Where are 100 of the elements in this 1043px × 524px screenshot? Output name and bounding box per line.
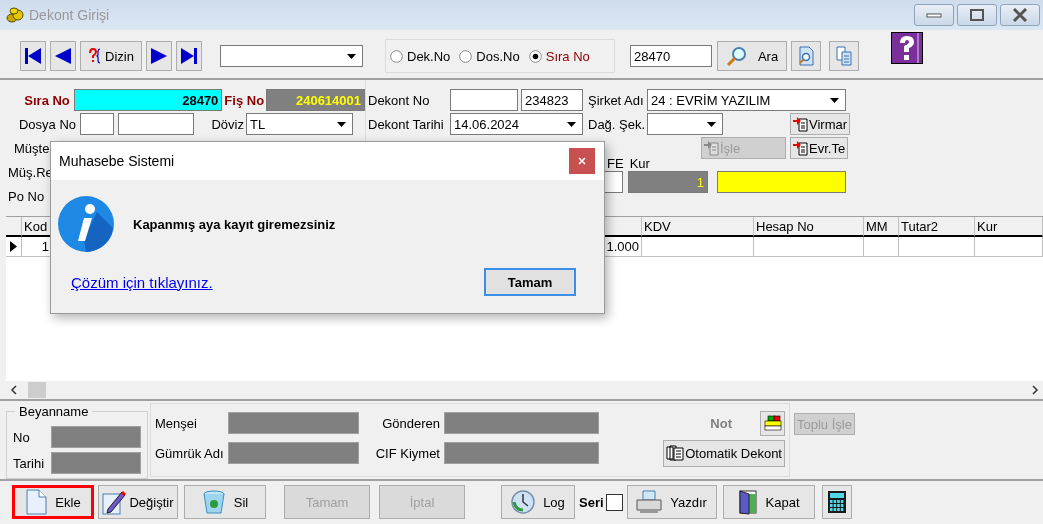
search-icon: [725, 46, 748, 66]
transfer-button[interactable]: Virmar: [790, 113, 851, 135]
field-label: Kur: [629, 155, 650, 171]
minimize-icon: [925, 10, 943, 20]
solution-link[interactable]: Çözüm için tıklayınız.: [71, 273, 213, 291]
ok-button[interactable]: Tamam: [484, 268, 576, 296]
recycle-bin-icon: [201, 489, 226, 515]
field-label: Gönderen: [381, 415, 441, 431]
search-option-radio[interactable]: Dos.No: [459, 48, 520, 64]
field-label: Müşte: [13, 140, 50, 156]
pencil-document-icon: [102, 489, 127, 515]
field-label: FE: [607, 155, 624, 171]
next-record-button[interactable]: [146, 41, 172, 71]
close-button[interactable]: [1000, 4, 1040, 26]
date-select[interactable]: 14.06.2024: [450, 113, 583, 135]
caret-icon: [337, 121, 346, 127]
column-header: Kur: [975, 217, 1043, 237]
action-button[interactable]: Yazdır: [626, 485, 717, 519]
caret-icon: [347, 53, 356, 59]
printer-icon: [636, 490, 663, 514]
clock-icon: [511, 490, 536, 514]
field-label: No: [13, 429, 31, 445]
index-button[interactable]: Dizin: [80, 41, 142, 71]
scroll-right-icon[interactable]: [1031, 385, 1039, 395]
field-label: CIF Kiymet: [374, 445, 441, 461]
scroll-left-icon[interactable]: [10, 385, 18, 395]
field-label: Menşei: [155, 415, 198, 431]
series-checkbox[interactable]: Seri: [579, 493, 623, 511]
search-button[interactable]: Ara: [717, 41, 787, 71]
caret-icon: [830, 97, 839, 103]
first-record-button[interactable]: [20, 41, 46, 71]
document-arrow-icon: [793, 140, 809, 156]
field-label: Döviz: [210, 116, 245, 132]
column-header: Tutar2: [899, 217, 975, 237]
action-button[interactable]: Sil: [184, 485, 266, 519]
copy-icon: [835, 46, 853, 66]
file-number-field[interactable]: [80, 113, 114, 135]
field-label: Gümrük Adı: [155, 445, 225, 461]
maximize-button[interactable]: [957, 4, 997, 26]
currency-select[interactable]: TL: [246, 113, 353, 135]
calculator-button[interactable]: [821, 485, 852, 519]
column-header: KDV: [642, 217, 754, 237]
window-title: Dekont Girişi: [29, 7, 110, 23]
dialog-title: Muhasebe Sistemi: [59, 153, 175, 169]
search-field[interactable]: 28470: [630, 45, 712, 67]
index-icon: [88, 48, 103, 64]
company-select[interactable]: 24 : EVRİM YAZILIM: [647, 89, 846, 111]
group-title: Beyanname: [15, 404, 93, 419]
document-arrow-icon: [704, 140, 720, 156]
preview-button[interactable]: [791, 41, 821, 71]
maximize-icon: [968, 8, 986, 22]
column-header: Hesap No: [754, 217, 864, 237]
record-select[interactable]: [220, 45, 363, 67]
field-label: Dekont Tarihi: [367, 116, 445, 132]
cash-register-icon: [763, 415, 782, 431]
field-label: Şirket Adı: [587, 92, 645, 108]
action-button[interactable]: Değiştir: [98, 485, 178, 519]
sequence-number-field[interactable]: 28470: [73, 89, 223, 111]
field-label: Fiş No: [224, 92, 265, 108]
field-label: Dosya No: [17, 116, 77, 132]
column-header: Kod: [22, 217, 52, 237]
column-header: MM: [864, 217, 899, 237]
radio-icon: [528, 49, 542, 63]
action-button[interactable]: Ekle: [12, 485, 94, 519]
field-label: Dekont No: [367, 92, 431, 108]
note-label: Not: [710, 415, 732, 431]
field-label: Sıra No: [23, 92, 71, 108]
action-button[interactable]: Log: [501, 485, 575, 519]
field-label: Dağ. Şek.: [587, 116, 647, 132]
help-icon[interactable]: [891, 32, 923, 64]
highlighted-field[interactable]: [717, 171, 846, 193]
radio-icon: [459, 49, 473, 63]
scroll-thumb[interactable]: [28, 382, 46, 398]
close-icon: [1011, 8, 1029, 22]
field-label: Tarihi: [13, 455, 46, 471]
receipt-number-field[interactable]: 234823: [521, 89, 583, 111]
last-record-button[interactable]: [176, 41, 202, 71]
document-button[interactable]: Evr.Te: [790, 137, 849, 159]
action-button[interactable]: Kapat: [722, 485, 815, 519]
calculator-icon: [826, 490, 847, 514]
file-number-field[interactable]: [118, 113, 194, 135]
document-arrow-icon: [793, 116, 809, 132]
info-icon: [57, 195, 115, 253]
auto-receipt-button[interactable]: Otomatik Dekont: [663, 439, 785, 467]
coins-icon: [6, 6, 24, 24]
search-option-radio[interactable]: Dek.No: [390, 48, 451, 64]
documents-icon: [666, 445, 685, 461]
distribution-select[interactable]: [647, 113, 723, 135]
table-cell: [975, 237, 1043, 257]
first-icon: [24, 47, 42, 65]
rate-field: 1: [628, 171, 708, 193]
radio-icon: [390, 49, 403, 63]
previous-record-button[interactable]: [50, 41, 76, 71]
register-button[interactable]: [760, 410, 785, 436]
checkbox-icon: [605, 493, 623, 511]
search-option-radio[interactable]: Sıra No: [528, 48, 590, 64]
field-label: Po No: [7, 188, 45, 204]
next-icon: [150, 47, 168, 65]
receipt-number-field[interactable]: [450, 89, 518, 111]
voucher-number-field: 240614001: [266, 89, 365, 111]
